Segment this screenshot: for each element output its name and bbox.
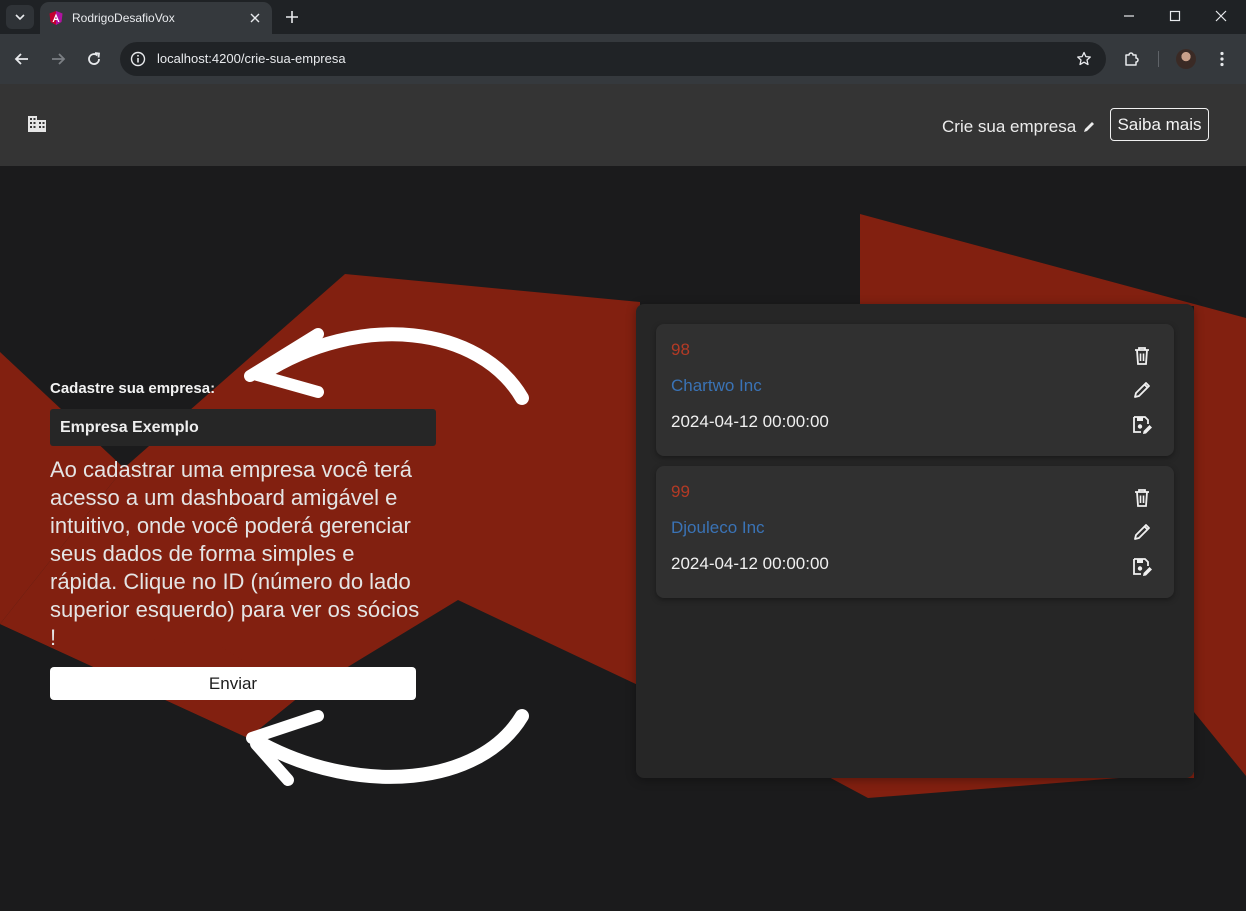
angular-favicon-icon (49, 11, 63, 25)
tab-search-button[interactable] (6, 5, 34, 29)
close-icon (1215, 10, 1227, 22)
url-text: localhost:4200/crie-sua-empresa (157, 51, 346, 66)
kebab-menu-icon (1220, 51, 1224, 67)
minimize-button[interactable] (1106, 0, 1152, 32)
company-date: 2024-04-12 00:00:00 (671, 412, 829, 431)
back-button[interactable] (10, 47, 34, 71)
forward-button[interactable] (46, 47, 70, 71)
company-list-panel: 98 Chartwo Inc 2024-04-12 00:00:00 99 Dj… (636, 304, 1194, 778)
edit-icon[interactable] (1130, 520, 1154, 544)
company-card: 98 Chartwo Inc 2024-04-12 00:00:00 (656, 324, 1174, 456)
arrow-left-icon (14, 53, 28, 65)
puzzle-icon (1125, 52, 1139, 66)
nav-crie-sua-empresa-label: Crie sua empresa (942, 117, 1077, 136)
saiba-mais-button[interactable]: Saiba mais (1110, 108, 1209, 141)
address-bar[interactable]: localhost:4200/crie-sua-empresa (120, 42, 1106, 76)
browser-menu-button[interactable] (1210, 47, 1234, 71)
trash-icon[interactable] (1130, 486, 1154, 510)
form-description: Ao cadastrar uma empresa você terá acess… (50, 457, 420, 650)
tab-close-icon[interactable] (246, 9, 264, 27)
reload-icon (88, 52, 101, 65)
profile-avatar[interactable] (1176, 49, 1196, 69)
minimize-icon (1124, 15, 1134, 17)
toolbar-separator (1158, 51, 1159, 67)
pencil-icon (1084, 122, 1095, 132)
tab-title: RodrigoDesafioVox (72, 11, 175, 25)
nav-crie-sua-empresa[interactable]: Crie sua empresa (942, 117, 1096, 137)
company-name-input[interactable] (50, 409, 436, 446)
edit-icon[interactable] (1130, 378, 1154, 402)
close-window-button[interactable] (1198, 0, 1244, 32)
arrow-right-icon (52, 53, 66, 65)
browser-toolbar: localhost:4200/crie-sua-empresa (0, 34, 1246, 84)
main-content: Cadastre sua empresa: Ao cadastrar uma e… (0, 166, 1246, 911)
save-edit-icon[interactable] (1130, 413, 1154, 437)
company-id-link[interactable]: 99 (671, 482, 690, 502)
company-card: 99 Djouleco Inc 2024-04-12 00:00:00 (656, 466, 1174, 598)
submit-button[interactable]: Enviar (50, 667, 416, 700)
maximize-button[interactable] (1152, 0, 1198, 32)
trash-icon[interactable] (1130, 344, 1154, 368)
app-header: Crie sua empresa Saiba mais (0, 84, 1246, 166)
plus-icon (286, 11, 298, 23)
browser-tab-bar: RodrigoDesafioVox (0, 0, 1246, 34)
building-icon[interactable] (26, 112, 48, 134)
company-date: 2024-04-12 00:00:00 (671, 554, 829, 573)
save-edit-icon[interactable] (1130, 555, 1154, 579)
reload-button[interactable] (82, 47, 106, 71)
maximize-icon (1169, 10, 1181, 22)
new-tab-button[interactable] (280, 5, 304, 29)
browser-tab[interactable]: RodrigoDesafioVox (40, 2, 272, 34)
company-form-label: Cadastre sua empresa: (50, 380, 216, 397)
chevron-down-icon (15, 14, 25, 21)
company-id-link[interactable]: 98 (671, 340, 690, 360)
site-info-icon[interactable] (128, 49, 148, 69)
extensions-button[interactable] (1120, 47, 1144, 71)
company-name: Chartwo Inc (671, 376, 762, 395)
bookmark-star-icon[interactable] (1074, 49, 1094, 69)
company-name: Djouleco Inc (671, 518, 765, 537)
